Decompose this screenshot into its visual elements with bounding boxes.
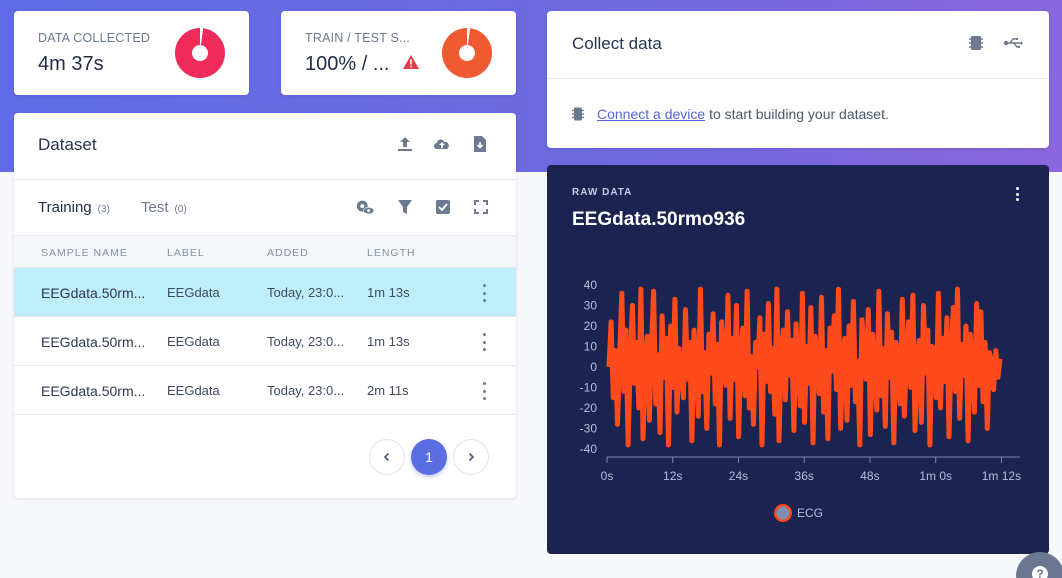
tab-training-label: Training: [38, 199, 92, 216]
next-page-button[interactable]: [453, 439, 489, 475]
tab-test-label: Test: [141, 199, 169, 216]
data-collected-value: 4m 37s: [38, 53, 104, 75]
sample-length: 1m 13s: [367, 285, 410, 300]
tab-training-count: (3): [97, 204, 110, 215]
chevron-right-icon: [468, 452, 475, 462]
train-test-split-label: TRAIN / TEST S...: [305, 31, 411, 45]
chevron-left-icon: [383, 452, 390, 462]
dataset-header-divider: [14, 179, 516, 180]
data-collected-donut: [175, 28, 225, 78]
y-tick-label: 0: [590, 360, 597, 374]
connect-device-link[interactable]: Connect a device: [597, 106, 705, 122]
collect-data-title: Collect data: [572, 34, 662, 53]
x-tick-label: 12s: [663, 469, 682, 483]
usb-icon[interactable]: [1003, 33, 1023, 53]
data-collected-label: DATA COLLECTED: [38, 31, 151, 45]
y-tick-label: -20: [580, 401, 598, 415]
tab-test-count: (0): [174, 204, 187, 215]
x-tick-label: 24s: [729, 469, 748, 483]
y-tick-label: 20: [584, 319, 598, 333]
x-tick-label: 0s: [601, 469, 614, 483]
table-row[interactable]: EEGdata.50rm... EEGdata Today, 23:0... 1…: [14, 268, 516, 317]
column-length[interactable]: LENGTH: [367, 247, 416, 259]
dataset-card: Dataset Training (3) Test (0) SAMPLE NAME …: [14, 113, 516, 498]
column-added[interactable]: ADDED: [267, 247, 309, 259]
data-collected-card: DATA COLLECTED 4m 37s: [14, 11, 249, 95]
sample-name: EEGdata.50rm...: [41, 334, 146, 350]
y-tick-label: 30: [584, 299, 598, 313]
y-tick-label: -30: [580, 422, 598, 436]
collect-data-card: Collect data Connect a device to start b…: [547, 11, 1049, 148]
help-button[interactable]: ?: [1016, 552, 1062, 578]
filter-icon[interactable]: [395, 197, 415, 217]
x-tick-label: 48s: [860, 469, 879, 483]
train-test-split-donut: [442, 28, 492, 78]
x-tick-label: 1m 0s: [919, 469, 952, 483]
column-sample-name[interactable]: SAMPLE NAME: [41, 247, 128, 259]
table-header: SAMPLE NAME LABEL ADDED LENGTH: [14, 235, 516, 268]
row-menu-icon[interactable]: [480, 382, 488, 400]
sample-name: EEGdata.50rm...: [41, 383, 146, 399]
train-test-split-card: TRAIN / TEST S... 100% / ...: [281, 11, 516, 95]
connect-device-text: to start building your dataset.: [705, 106, 889, 122]
sample-added: Today, 23:0...: [267, 285, 345, 300]
row-menu-icon[interactable]: [480, 333, 488, 351]
sample-added: Today, 23:0...: [267, 334, 345, 349]
table-row[interactable]: EEGdata.50rm... EEGdata Today, 23:0... 1…: [14, 317, 516, 366]
collect-header-divider: [547, 78, 1049, 79]
cloud-upload-icon[interactable]: [432, 134, 452, 154]
y-tick-label: 40: [584, 278, 598, 292]
file-export-icon[interactable]: [470, 134, 490, 154]
x-tick-label: 36s: [795, 469, 814, 483]
row-menu-icon[interactable]: [480, 284, 488, 302]
warning-icon[interactable]: [403, 55, 419, 69]
device-chip-icon: [572, 107, 584, 121]
x-tick-label: 1m 12s: [982, 469, 1021, 483]
select-checkbox-icon[interactable]: [433, 197, 453, 217]
chip-icon[interactable]: [966, 33, 986, 53]
dataset-title: Dataset: [38, 135, 97, 154]
sample-label: EEGdata: [167, 334, 220, 349]
table-row[interactable]: EEGdata.50rm... EEGdata Today, 23:0... 2…: [14, 366, 516, 415]
y-tick-label: 10: [584, 340, 598, 354]
y-tick-label: -40: [580, 442, 598, 456]
sample-label: EEGdata: [167, 383, 220, 398]
y-tick-label: -10: [580, 381, 598, 395]
expand-icon[interactable]: [471, 197, 491, 217]
sample-label: EEGdata: [167, 285, 220, 300]
filter-settings-icon[interactable]: [355, 197, 375, 217]
help-icon: ?: [1032, 566, 1048, 578]
raw-data-chart: 40 30 20 10 0 -10 -20 -30 -400s 12s 24s 36s 48s 1m 0s…: [580, 278, 1021, 522]
legend-marker: [776, 506, 790, 520]
train-test-split-value: 100% / ...: [305, 53, 390, 75]
connect-device-message: Connect a device to start building your …: [597, 106, 889, 122]
sample-name: EEGdata.50rm...: [41, 285, 146, 301]
sample-length: 2m 11s: [367, 383, 409, 398]
tab-test[interactable]: Test (0): [141, 199, 187, 216]
tab-training[interactable]: Training (3): [38, 199, 110, 216]
upload-icon[interactable]: [395, 134, 415, 154]
legend-label: ECG: [797, 506, 823, 520]
raw-data-card: RAW DATA EEGdata.50rmo936 40 30 20 10 0 -10 -2…: [547, 165, 1049, 554]
column-label[interactable]: LABEL: [167, 247, 205, 259]
sample-added: Today, 23:0...: [267, 383, 345, 398]
page-1-button[interactable]: 1: [411, 439, 447, 475]
sample-length: 1m 13s: [367, 334, 410, 349]
previous-page-button[interactable]: [369, 439, 405, 475]
ecg-series-line: [606, 286, 1003, 448]
